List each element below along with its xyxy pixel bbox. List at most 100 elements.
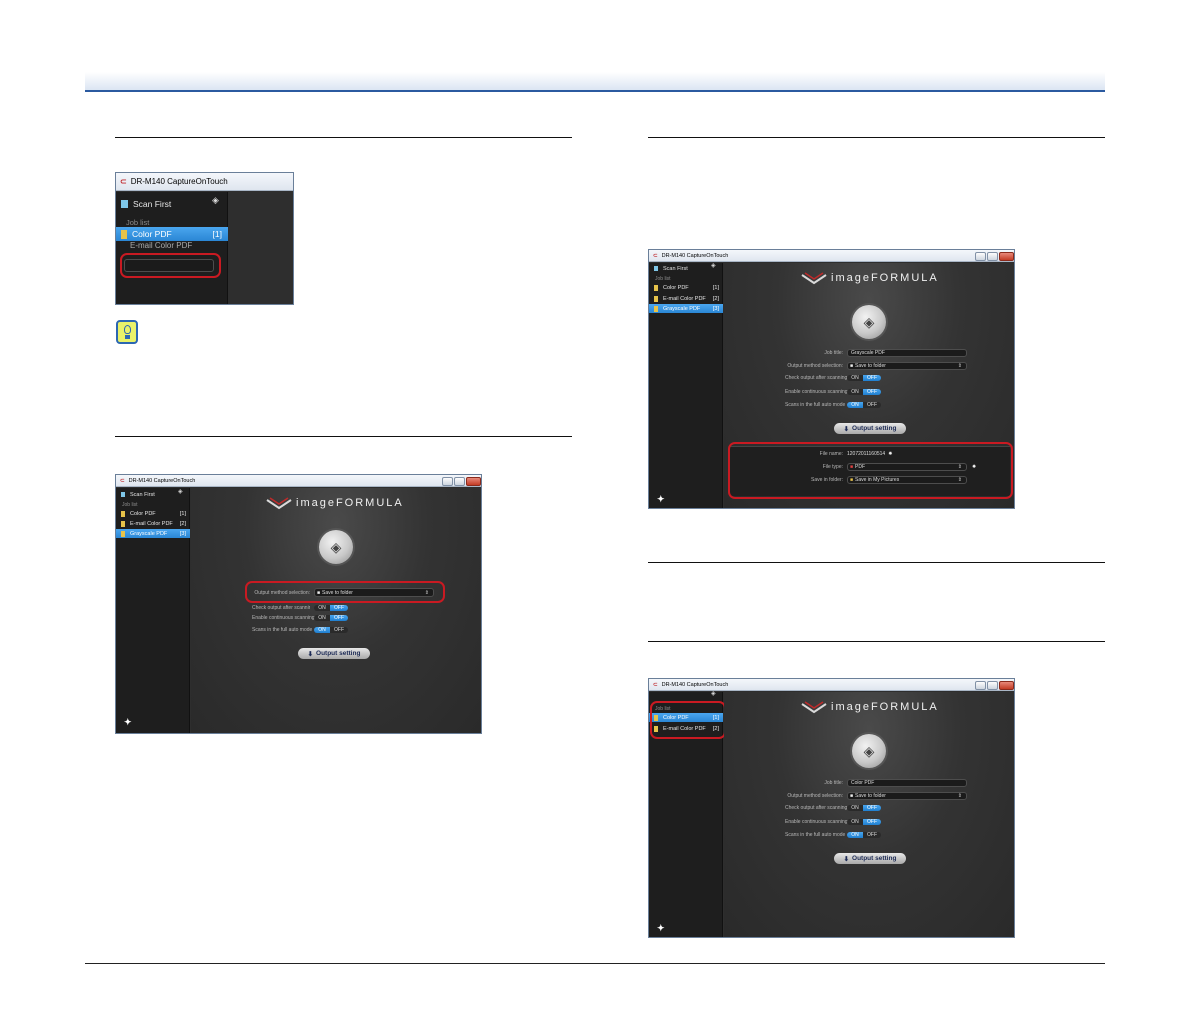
job-item-color-pdf[interactable]: Color PDF [1] <box>116 509 190 518</box>
app-logo-icon: ⊂ <box>653 252 658 259</box>
full-auto-toggle[interactable]: ON OFF <box>847 832 881 838</box>
window-titlebar: ⊂ DR-M140 CaptureOnTouch <box>116 173 293 191</box>
window-title: DR-M140 CaptureOnTouch <box>661 681 729 688</box>
job-title-input[interactable]: Color PDF <box>847 779 967 787</box>
job-title-label: Job title: <box>824 780 843 786</box>
output-method-value: Save to folder <box>855 793 886 799</box>
job-item-color-pdf[interactable]: Color PDF [1] <box>116 227 228 241</box>
job-title-value: Color PDF <box>851 780 875 786</box>
check-output-label: Check output after scanning <box>252 605 310 611</box>
hint-lightbulb-icon <box>116 320 138 344</box>
toggle-off[interactable]: OFF <box>863 402 881 408</box>
job-title-row: Job title: Color PDF <box>785 779 967 787</box>
job-item-partial[interactable]: E-mail Color PDF <box>116 242 228 248</box>
minimize-button[interactable] <box>975 252 986 261</box>
job-icon <box>121 510 125 517</box>
maximize-button[interactable] <box>987 252 998 261</box>
window-title: DR-M140 CaptureOnTouch <box>128 477 196 484</box>
down-arrow-icon: ⬇ <box>843 425 850 433</box>
scan-start-button[interactable]: ◈ <box>852 305 886 339</box>
highlight-box <box>245 581 445 603</box>
scan-start-button[interactable]: ◈ <box>319 530 353 564</box>
chevron-logo-icon <box>266 497 292 510</box>
continuous-label: Enable continuous scanning <box>252 615 315 621</box>
job-name: E-mail Color PDF <box>130 520 173 527</box>
screenshot-sidebar-crop: ⊂ DR-M140 CaptureOnTouch Scan First ◈ Jo… <box>115 172 294 305</box>
job-item-color-pdf[interactable]: Color PDF [1] <box>649 283 723 292</box>
toggle-off[interactable]: OFF <box>863 375 881 381</box>
continuous-label: Enable continuous scanning <box>785 819 848 825</box>
scan-start-button[interactable]: ◈ <box>852 734 886 768</box>
continuous-toggle[interactable]: ON OFF <box>847 819 881 825</box>
output-method-label: Output method selection: <box>787 793 843 799</box>
job-title-label: Job title: <box>824 350 843 356</box>
toggle-on[interactable]: ON <box>314 605 330 611</box>
app-logo-icon: ⊂ <box>120 477 125 484</box>
full-auto-toggle[interactable]: ON OFF <box>314 627 348 633</box>
output-method-select[interactable]: ■ Save to folder ⇕ <box>847 362 967 370</box>
job-name: Color PDF <box>130 510 156 517</box>
window-title: DR-M140 CaptureOnTouch <box>130 177 228 186</box>
check-output-toggle[interactable]: ON OFF <box>847 805 881 811</box>
diamond-start-icon: ◈ <box>212 195 219 205</box>
toggle-on[interactable]: ON <box>847 402 863 408</box>
toggle-off[interactable]: OFF <box>330 627 348 633</box>
toggle-off[interactable]: OFF <box>330 605 348 611</box>
toggle-off[interactable]: OFF <box>863 819 881 825</box>
toggle-off[interactable]: OFF <box>863 389 881 395</box>
check-output-toggle[interactable]: ON OFF <box>314 605 348 611</box>
close-button[interactable] <box>999 681 1014 690</box>
toggle-off[interactable]: OFF <box>330 615 348 621</box>
continuous-toggle[interactable]: ON OFF <box>314 615 348 621</box>
job-item-email-color-pdf[interactable]: E-mail Color PDF [2] <box>116 519 190 528</box>
output-setting-label: Output setting <box>852 855 897 862</box>
maximize-button[interactable] <box>454 477 465 486</box>
check-output-row: Check output after scanning ON OFF <box>785 805 881 811</box>
job-title-input[interactable]: Grayscale PDF <box>847 349 967 357</box>
job-number: [1] <box>212 229 222 239</box>
check-output-toggle[interactable]: ON OFF <box>847 375 881 381</box>
minimize-button[interactable] <box>975 681 986 690</box>
job-item-email-color-pdf[interactable]: E-mail Color PDF [2] <box>649 294 723 303</box>
job-icon <box>654 305 658 312</box>
toggle-on[interactable]: ON <box>847 832 863 838</box>
close-button[interactable] <box>999 252 1014 261</box>
full-auto-toggle[interactable]: ON OFF <box>847 402 881 408</box>
toggle-on[interactable]: ON <box>847 819 863 825</box>
job-icon <box>121 530 125 537</box>
output-setting-button[interactable]: ⬇ Output setting <box>298 648 370 659</box>
toggle-off[interactable]: OFF <box>863 832 881 838</box>
output-setting-button[interactable]: ⬇ Output setting <box>834 423 906 434</box>
add-job-icon[interactable]: ✦ <box>124 717 132 728</box>
job-icon <box>654 284 658 291</box>
toggle-off[interactable]: OFF <box>863 805 881 811</box>
folder-icon: ■ <box>850 363 854 369</box>
toggle-on[interactable]: ON <box>314 627 330 633</box>
toggle-on[interactable]: ON <box>847 805 863 811</box>
continuous-toggle[interactable]: ON OFF <box>847 389 881 395</box>
toggle-on[interactable]: ON <box>847 389 863 395</box>
minimize-button[interactable] <box>442 477 453 486</box>
scan-first-label: Scan First <box>133 199 172 209</box>
job-number: [2] <box>179 520 186 527</box>
brand-title: imageFORMULA <box>831 272 939 284</box>
folder-icon: ■ <box>850 793 854 799</box>
screenshot-job-list: ⊂ DR-M140 CaptureOnTouch ◈ Job list Colo… <box>648 678 1015 938</box>
job-list-label: Job list <box>655 276 671 282</box>
job-name: Grayscale PDF <box>130 530 168 537</box>
highlight-box <box>728 442 1013 499</box>
section-rule-4 <box>648 562 1105 563</box>
job-item-grayscale-pdf[interactable]: Grayscale PDF [3] <box>649 304 723 313</box>
output-setting-label: Output setting <box>852 425 897 432</box>
app-logo-icon: ⊂ <box>653 681 658 688</box>
output-method-select[interactable]: ■ Save to folder ⇕ <box>847 792 967 800</box>
add-job-icon[interactable]: ✦ <box>657 494 665 505</box>
output-setting-button[interactable]: ⬇ Output setting <box>834 853 906 864</box>
spinner-arrows-icon: ⇕ <box>957 793 962 799</box>
toggle-on[interactable]: ON <box>847 375 863 381</box>
close-button[interactable] <box>466 477 481 486</box>
job-item-grayscale-pdf[interactable]: Grayscale PDF [3] <box>116 529 190 538</box>
add-job-icon[interactable]: ✦ <box>657 923 665 934</box>
toggle-on[interactable]: ON <box>314 615 330 621</box>
maximize-button[interactable] <box>987 681 998 690</box>
